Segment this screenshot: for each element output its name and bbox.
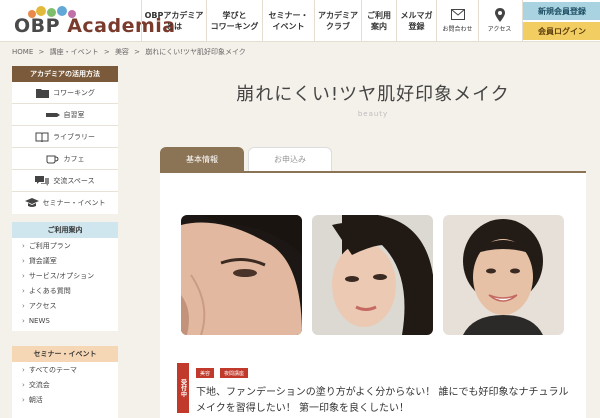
sidebar-item-label: コワーキング bbox=[53, 88, 95, 97]
nav-newsletter[interactable]: メルマガ 登録 bbox=[396, 0, 436, 42]
folder-icon bbox=[35, 88, 49, 98]
chevron-right-icon: › bbox=[22, 301, 25, 310]
tab-apply[interactable]: お申込み bbox=[248, 147, 332, 171]
sidebar-item-seminar[interactable]: セミナー・イベント bbox=[12, 192, 118, 214]
chevron-right-icon: › bbox=[22, 316, 25, 325]
page-title: 崩れにくい!ツヤ肌好印象メイク bbox=[236, 84, 510, 105]
sidebar-link[interactable]: › NEWS bbox=[12, 313, 118, 328]
nav-contact[interactable]: お問合わせ bbox=[436, 0, 478, 42]
sidebar-link[interactable]: › 朝活 bbox=[12, 392, 118, 407]
sidebar-item-label: セミナー・イベント bbox=[42, 199, 106, 207]
status-ribbon: 受付中 bbox=[177, 363, 189, 413]
sidebar-link[interactable]: › サービス/オプション bbox=[12, 268, 118, 283]
breadcrumb-beauty[interactable]: 美容 bbox=[115, 48, 129, 56]
login-button[interactable]: 会員ログイン bbox=[523, 22, 600, 40]
mail-icon bbox=[450, 8, 465, 22]
breadcrumb: HOME > 講座・イベント > 美容 > 崩れにくい!ツヤ肌好印象メイク bbox=[12, 47, 249, 57]
sidebar-link[interactable]: › 貸会議室 bbox=[12, 253, 118, 268]
sidebar-item-coworking[interactable]: コワーキング bbox=[12, 82, 118, 104]
sidebar-link[interactable]: › アクセス bbox=[12, 298, 118, 313]
sidebar-item-label: ライブラリー bbox=[53, 132, 95, 141]
breadcrumb-events[interactable]: 講座・イベント bbox=[50, 48, 99, 56]
event-photo bbox=[443, 215, 564, 335]
event-photo bbox=[312, 215, 433, 335]
sidebar-guide-title: ご利用案内 bbox=[12, 222, 118, 238]
sidebar-item-cafe[interactable]: カフェ bbox=[12, 148, 118, 170]
event-photo bbox=[181, 215, 302, 335]
member-area: 新規会員登録 会員ログイン bbox=[522, 0, 600, 42]
book-icon bbox=[35, 132, 49, 142]
main-nav: OBPアカデミア とは 学びと コワーキング セミナー・ イベント アカデミア … bbox=[141, 0, 520, 42]
tab-basic-info[interactable]: 基本情報 bbox=[160, 147, 244, 171]
cup-icon bbox=[46, 154, 60, 164]
sidebar-usage: アカデミアの活用方法 コワーキング 自習室 ライブラリー カフェ 交流スペース … bbox=[12, 66, 118, 214]
map-pin-icon bbox=[493, 7, 507, 22]
nav-coworking[interactable]: 学びと コワーキング bbox=[206, 0, 262, 42]
chevron-right-icon: › bbox=[22, 241, 25, 250]
category-tag[interactable]: 美容 bbox=[196, 368, 215, 378]
sidebar-item-study-room[interactable]: 自習室 bbox=[12, 104, 118, 126]
sidebar-link[interactable]: › ご利用プラン bbox=[12, 238, 118, 253]
breadcrumb-current: 崩れにくい!ツヤ肌好印象メイク bbox=[145, 48, 246, 56]
site-header: OBP Academia OBPアカデミア とは 学びと コワーキング セミナー… bbox=[0, 0, 600, 42]
sidebar-item-label: カフェ bbox=[63, 154, 85, 163]
sidebar-seminar-title: セミナー・イベント bbox=[12, 346, 118, 362]
sidebar-item-lounge[interactable]: 交流スペース bbox=[12, 170, 118, 192]
sidebar-link[interactable]: › よくある質問 bbox=[12, 283, 118, 298]
register-button[interactable]: 新規会員登録 bbox=[523, 2, 600, 20]
sidebar-item-library[interactable]: ライブラリー bbox=[12, 126, 118, 148]
nav-about[interactable]: OBPアカデミア とは bbox=[141, 0, 206, 42]
page-subtitle: beauty bbox=[357, 110, 389, 118]
chat-icon bbox=[35, 175, 50, 186]
breadcrumb-separator: > bbox=[103, 48, 110, 56]
nav-guide[interactable]: ご利用 案内 bbox=[361, 0, 396, 42]
chevron-right-icon: › bbox=[22, 365, 25, 374]
chevron-right-icon: › bbox=[22, 256, 25, 265]
sidebar-link[interactable]: › 交流会 bbox=[12, 377, 118, 392]
sidebar-usage-title: アカデミアの活用方法 bbox=[12, 66, 118, 82]
chevron-right-icon: › bbox=[22, 395, 25, 404]
sidebar-guide: ご利用案内 › ご利用プラン › 貸会議室 › サービス/オプション › よくある質問 … bbox=[12, 222, 118, 331]
site-logo[interactable]: OBP Academia bbox=[14, 6, 175, 37]
breadcrumb-separator: > bbox=[134, 48, 141, 56]
nav-seminar[interactable]: セミナー・ イベント bbox=[262, 0, 314, 42]
nav-access[interactable]: アクセス bbox=[478, 0, 520, 42]
sidebar-item-label: 交流スペース bbox=[53, 176, 95, 185]
sidebar-link[interactable]: › すべてのテーマ bbox=[12, 362, 118, 377]
category-tag[interactable]: 夜間講座 bbox=[220, 368, 249, 378]
nav-club[interactable]: アカデミア クラブ bbox=[314, 0, 361, 42]
pen-icon bbox=[45, 110, 60, 120]
chevron-right-icon: › bbox=[22, 380, 25, 389]
event-content: 受付中 美容 夜間講座 下地、ファンデーションの塗り方がよく分からない！ 誰にで… bbox=[160, 173, 586, 418]
event-description: 下地、ファンデーションの塗り方がよく分からない！ 誰にでも好印象なナチュラル メ… bbox=[196, 387, 569, 414]
sidebar-seminar: セミナー・イベント › すべてのテーマ › 交流会 › 朝活 bbox=[12, 346, 118, 418]
chevron-right-icon: › bbox=[22, 271, 25, 280]
breadcrumb-separator: > bbox=[38, 48, 45, 56]
graduation-cap-icon bbox=[24, 198, 39, 208]
breadcrumb-home[interactable]: HOME bbox=[12, 48, 33, 56]
sidebar-item-label: 自習室 bbox=[63, 110, 85, 119]
chevron-right-icon: › bbox=[22, 286, 25, 295]
